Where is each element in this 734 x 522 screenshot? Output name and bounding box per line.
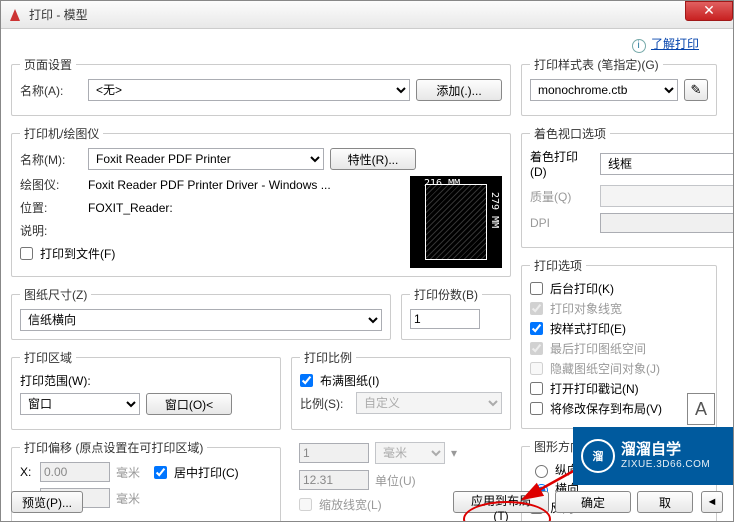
page-name-select[interactable]: <无> [88,79,410,101]
expand-button[interactable]: ◄ [701,491,723,513]
copies-legend: 打印份数(B) [410,286,482,303]
print-area-group: 打印区域 打印范围(W): 窗口 窗口(O)< [11,349,281,430]
print-area-legend: 打印区域 [20,349,76,366]
window-button[interactable]: 窗口(O)< [146,393,232,415]
quality-label: 质量(Q) [530,188,594,205]
hide-ps-check: 隐藏图纸空间对象(J) [530,360,708,377]
save-layout-check[interactable]: 将修改保存到布局(V) [530,400,708,417]
scale-num2 [299,470,369,490]
paper-size-group: 图纸尺寸(Z) 信纸横向 [11,286,391,340]
page-name-label: 名称(A): [20,82,82,99]
window-title: 打印 - 模型 [29,6,88,23]
preview-button[interactable]: 预览(P)... [11,491,83,513]
plotter-label: 绘图仪: [20,176,82,193]
printer-name-label: 名称(M): [20,151,82,168]
last-ps-check: 最后打印图纸空间 [530,340,708,357]
edit-style-button[interactable]: ✎ [684,79,708,101]
style-table-group: 打印样式表 (笔指定)(G) monochrome.ctb ✎ [521,56,717,116]
shaded-legend: 着色视口选项 [530,125,610,142]
style-table-select[interactable]: monochrome.ctb [530,79,678,101]
ok-button[interactable]: 确定 [555,491,631,513]
options-legend: 打印选项 [530,257,586,274]
watermark-icon: 溜 [581,439,615,473]
scale-legend: 打印比例 [300,349,356,366]
center-check[interactable]: 居中打印(C) [154,464,239,481]
style-table-legend: 打印样式表 (笔指定)(G) [530,56,663,73]
plotter-value: Foxit Reader PDF Printer Driver - Window… [88,178,331,192]
scale-unit1: 毫米 [375,442,445,464]
copies-input[interactable] [410,309,480,329]
apply-button[interactable]: 应用到布局(T) [453,491,549,513]
range-select[interactable]: 窗口 [20,393,140,415]
copies-group: 打印份数(B) [401,286,511,340]
add-button[interactable]: 添加(.)... [416,79,502,101]
ratio-label: 比例(S): [300,395,350,412]
paper-preview: 216 MM 279 MM [410,176,502,268]
print-to-file-check[interactable]: 打印到文件(F) [20,245,402,262]
help-link[interactable]: 了解打印 [651,37,699,51]
scale-num1 [299,443,369,463]
shaded-group: 着色视口选项 着色打印(D) 线框 质量(Q) DPI [521,125,734,248]
bg-print-check[interactable]: 后台打印(K) [530,280,708,297]
range-label: 打印范围(W): [20,372,272,389]
quality-select [600,185,734,207]
scale-group: 打印比例 布满图纸(I) 比例(S): 自定义 [291,349,511,430]
location-label: 位置: [20,199,82,216]
paper-size-select[interactable]: 信纸横向 [20,309,382,331]
close-button[interactable]: ✕ [685,1,733,21]
printer-group: 打印机/绘图仪 名称(M): Foxit Reader PDF Printer … [11,125,511,277]
app-icon [7,7,23,23]
page-setup-legend: 页面设置 [20,56,76,73]
dpi-label: DPI [530,216,594,230]
x-label: X: [20,465,34,479]
x-unit: 毫米 [116,464,140,481]
shade-select[interactable]: 线框 [600,153,734,175]
watermark-url: ZIXUE.3D66.COM [621,459,710,471]
printer-select[interactable]: Foxit Reader PDF Printer [88,148,324,170]
info-icon: i [632,39,646,53]
preview-height: 279 MM [489,192,500,228]
watermark-brand: 溜溜自学 [621,441,710,459]
offset-legend: 打印偏移 (原点设置在可打印区域) [20,439,207,456]
by-style-check[interactable]: 按样式打印(E) [530,320,708,337]
stamp-check[interactable]: 打开打印戳记(N) [530,380,708,397]
ratio-select: 自定义 [356,392,502,414]
x-input [40,462,110,482]
fit-paper-check[interactable]: 布满图纸(I) [300,372,502,389]
lineweight-check: 打印对象线宽 [530,300,708,317]
location-value: FOXIT_Reader: [88,201,173,215]
properties-button[interactable]: 特性(R)... [330,148,416,170]
dpi-input [600,213,734,233]
watermark: 溜 溜溜自学 ZIXUE.3D66.COM [573,427,733,485]
printer-legend: 打印机/绘图仪 [20,125,103,142]
scale-unit2: 单位(U) [375,472,416,489]
desc-label: 说明: [20,222,82,239]
orientation-preview-icon: A [687,393,715,425]
paper-size-legend: 图纸尺寸(Z) [20,286,91,303]
cancel-button[interactable]: 取 [637,491,693,513]
shade-label: 着色打印(D) [530,148,594,179]
page-setup-group: 页面设置 名称(A): <无> 添加(.)... [11,56,511,116]
